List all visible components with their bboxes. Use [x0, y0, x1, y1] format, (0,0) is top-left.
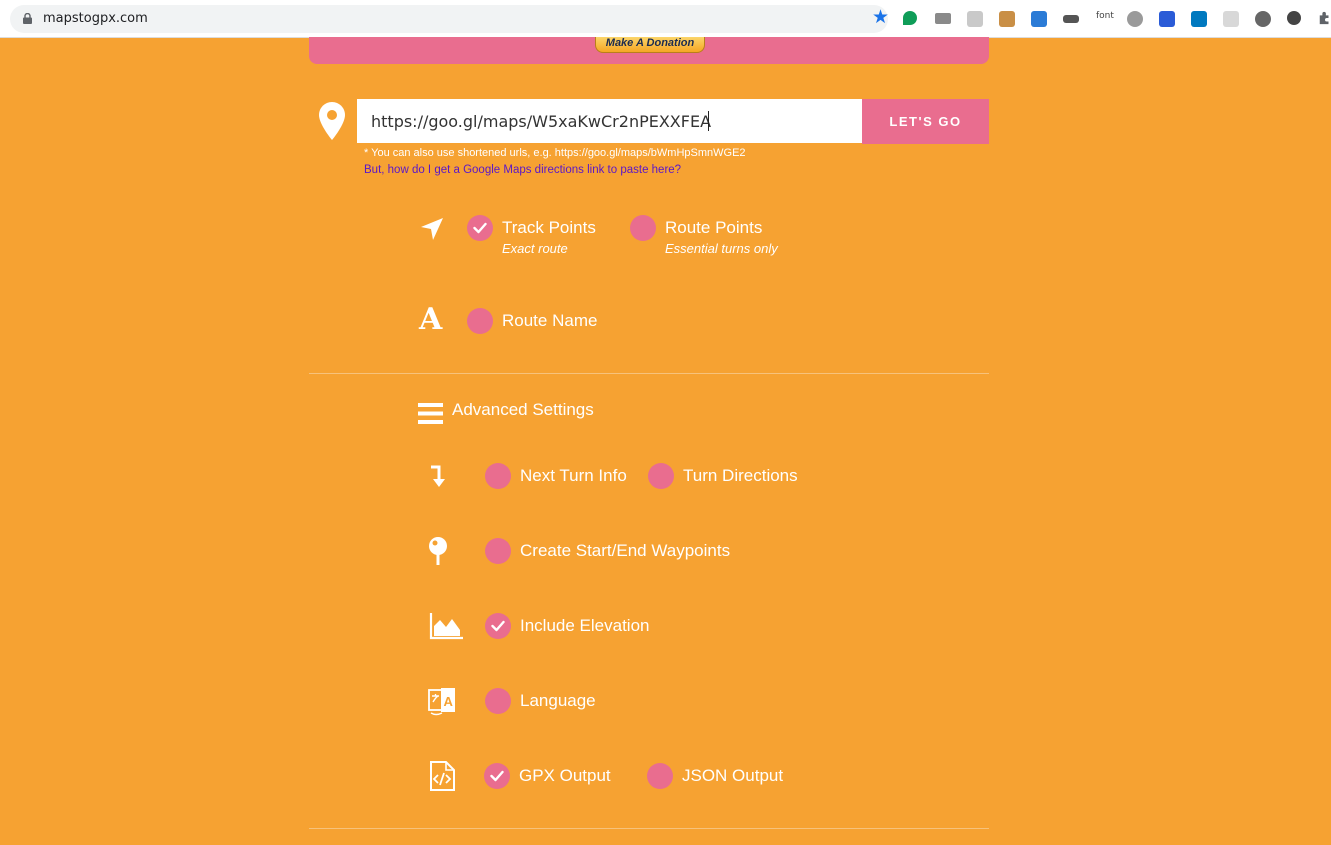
gpx-output-radio[interactable] [484, 763, 510, 789]
track-points-label[interactable]: Track Points [502, 218, 596, 238]
route-points-radio[interactable] [630, 215, 656, 241]
language-label[interactable]: Language [520, 691, 596, 711]
font-extension-icon[interactable]: font [1096, 11, 1114, 21]
w-extension-icon[interactable] [1159, 11, 1175, 27]
mask-extension-icon[interactable] [1063, 15, 1079, 23]
gpx-output-label[interactable]: GPX Output [519, 766, 611, 786]
waypoint-pin-icon [429, 537, 447, 565]
next-turn-info-label[interactable]: Next Turn Info [520, 466, 627, 486]
waypoints-radio[interactable] [485, 538, 511, 564]
elevation-chart-icon [429, 613, 463, 640]
waypoints-label[interactable]: Create Start/End Waypoints [520, 541, 730, 561]
green-pin-extension-icon[interactable] [903, 11, 917, 25]
code-file-icon [430, 761, 455, 791]
section-divider [309, 373, 989, 374]
section-divider-bottom [309, 828, 989, 829]
language-radio[interactable] [485, 688, 511, 714]
route-points-description: Essential turns only [665, 241, 778, 256]
route-points-label[interactable]: Route Points [665, 218, 762, 238]
m-extension-icon[interactable] [967, 11, 983, 27]
json-output-label[interactable]: JSON Output [682, 766, 783, 786]
camera-extension-icon[interactable] [935, 13, 951, 24]
donate-button[interactable]: Make A Donation [595, 37, 705, 53]
route-name-label[interactable]: Route Name [502, 311, 597, 331]
next-turn-info-radio[interactable] [485, 463, 511, 489]
turn-down-arrow-icon [431, 465, 445, 487]
notes-extension-icon[interactable] [999, 11, 1015, 27]
svg-text:A: A [444, 694, 454, 709]
trello-extension-icon[interactable] [1191, 11, 1207, 27]
browser-toolbar: mapstogpx.com ★ font [0, 0, 1331, 38]
url-text: mapstogpx.com [43, 11, 148, 26]
track-points-description: Exact route [502, 241, 568, 256]
hexagon-extension-icon[interactable] [1127, 11, 1143, 27]
checkmark-icon [490, 770, 504, 782]
translate-icon: A [428, 688, 455, 716]
route-name-radio[interactable] [467, 308, 493, 334]
maps-url-input[interactable] [357, 99, 862, 143]
upload-extension-icon[interactable] [1031, 11, 1047, 27]
track-points-radio[interactable] [467, 215, 493, 241]
include-elevation-radio[interactable] [485, 613, 511, 639]
directions-help-link[interactable]: But, how do I get a Google Maps directio… [364, 164, 681, 176]
moon-extension-icon[interactable] [1255, 11, 1271, 27]
include-elevation-label[interactable]: Include Elevation [520, 616, 649, 636]
navigation-arrow-icon [421, 218, 443, 240]
grid-extension-icon[interactable] [1223, 11, 1239, 27]
checkmark-icon [473, 222, 487, 234]
puzzle-extensions-icon[interactable] [1318, 11, 1331, 25]
json-output-radio[interactable] [647, 763, 673, 789]
advanced-settings-title[interactable]: Advanced Settings [452, 400, 594, 420]
donate-banner: Make A Donation [309, 37, 989, 64]
circle-extension-icon[interactable] [1287, 11, 1301, 25]
font-a-icon: A [419, 302, 443, 337]
turn-directions-radio[interactable] [648, 463, 674, 489]
shortened-url-hint: * You can also use shortened urls, e.g. … [364, 147, 746, 159]
address-bar[interactable]: mapstogpx.com ★ [10, 5, 889, 33]
turn-directions-label[interactable]: Turn Directions [683, 466, 798, 486]
hamburger-menu-icon [418, 403, 443, 424]
location-pin-icon [319, 102, 345, 140]
bookmark-star-icon[interactable]: ★ [872, 7, 889, 29]
checkmark-icon [491, 620, 505, 632]
lock-icon [23, 13, 32, 24]
lets-go-button[interactable]: LET'S GO [862, 99, 989, 144]
text-caret [708, 111, 709, 131]
